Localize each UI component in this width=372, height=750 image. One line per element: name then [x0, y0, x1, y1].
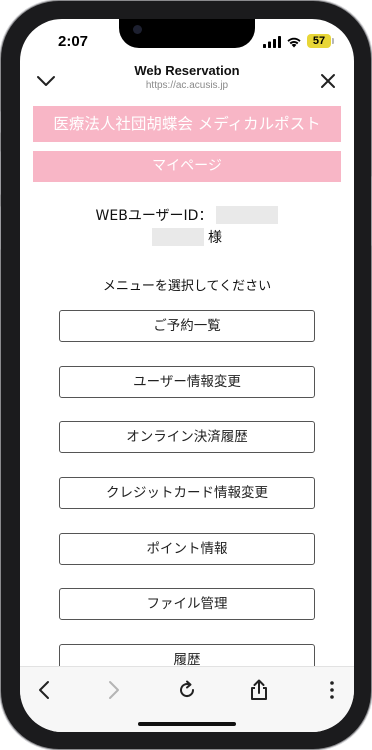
- browser-title: Web Reservation: [134, 63, 240, 78]
- phone-frame: 2:07 57 Web Reservation https://ac.acusi…: [0, 1, 372, 749]
- screen: 2:07 57 Web Reservation https://ac.acusi…: [20, 19, 354, 732]
- mypage-bar: マイページ: [33, 151, 341, 182]
- home-indicator: [138, 722, 236, 726]
- user-name-masked: [152, 228, 204, 246]
- user-id-masked: [216, 206, 279, 224]
- more-vertical-icon: [330, 681, 334, 699]
- collapse-button[interactable]: [32, 67, 60, 95]
- more-button[interactable]: [317, 675, 347, 705]
- forward-button[interactable]: [99, 675, 129, 705]
- volume-down-button: [0, 206, 1, 250]
- close-button[interactable]: [314, 67, 342, 95]
- reload-button[interactable]: [172, 675, 202, 705]
- menu-button-points[interactable]: ポイント情報: [59, 533, 315, 565]
- signal-icon: [263, 36, 281, 48]
- menu-button-files[interactable]: ファイル管理: [59, 588, 315, 620]
- share-icon: [251, 679, 267, 700]
- battery-tip: [332, 38, 334, 44]
- browser-url: https://ac.acusis.jp: [145, 80, 229, 91]
- chevron-down-icon: [37, 76, 55, 86]
- share-button[interactable]: [244, 675, 274, 705]
- web-header: Web Reservation https://ac.acusis.jp: [20, 59, 354, 109]
- chevron-right-icon: [109, 681, 119, 699]
- front-camera: [133, 25, 142, 34]
- mute-switch: [0, 111, 1, 133]
- battery-icon: 57: [307, 34, 331, 48]
- status-time: 2:07: [58, 33, 89, 50]
- bottom-toolbar: [20, 666, 354, 732]
- menu-button-payment-history[interactable]: オンライン決済履歴: [59, 421, 315, 453]
- user-id-row: WEBユーザーID：: [20, 205, 354, 225]
- reload-icon: [180, 680, 195, 698]
- close-icon: [321, 74, 335, 88]
- wifi-icon: [287, 37, 301, 48]
- honorific: 様: [208, 230, 222, 246]
- back-button[interactable]: [29, 675, 59, 705]
- notch: [119, 19, 255, 48]
- user-name-row: 様: [20, 227, 354, 247]
- menu-button-user-info[interactable]: ユーザー情報変更: [59, 366, 315, 398]
- user-id-label: WEBユーザーID：: [95, 208, 213, 224]
- chevron-left-icon: [39, 681, 49, 699]
- org-banner: 医療法人社団胡蝶会 メディカルポスト: [33, 106, 341, 142]
- menu-prompt: メニューを選択してください: [102, 279, 272, 294]
- menu-button-reservations[interactable]: ご予約一覧: [59, 310, 315, 342]
- menu-button-credit-card[interactable]: クレジットカード情報変更: [59, 477, 315, 509]
- volume-up-button: [0, 151, 1, 195]
